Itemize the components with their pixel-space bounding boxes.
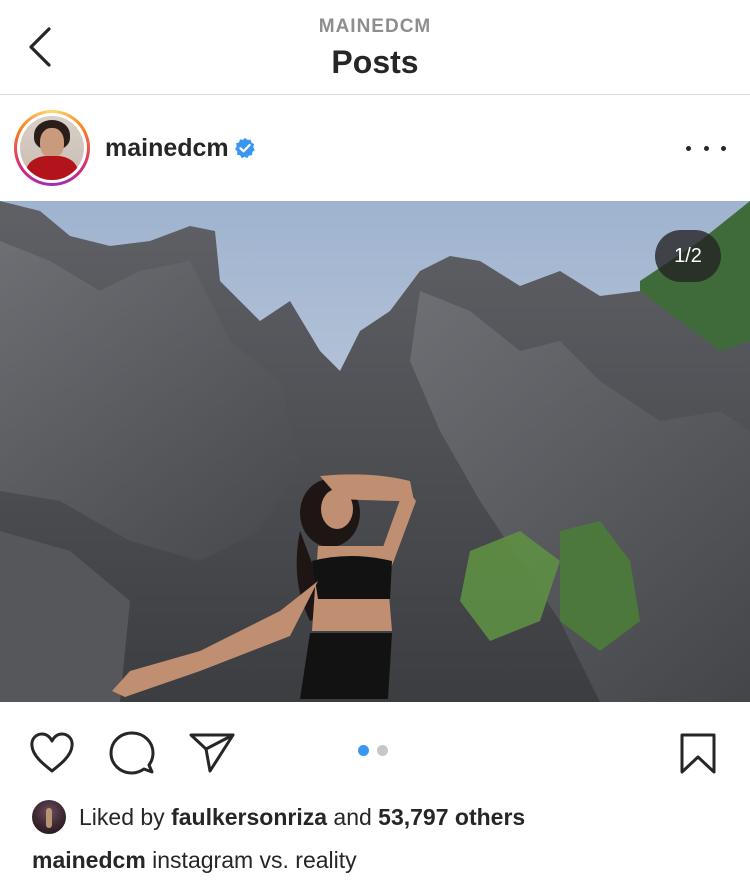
post-photo[interactable]	[0, 201, 750, 702]
verified-badge-icon	[235, 137, 255, 159]
account-name-label: MAINEDCM	[318, 16, 432, 37]
save-button[interactable]	[674, 729, 722, 777]
profile-avatar[interactable]	[14, 110, 90, 186]
image-counter-badge: 1/2	[655, 230, 721, 282]
send-icon	[189, 733, 235, 773]
post-username[interactable]: mainedcm	[105, 134, 229, 163]
more-horizontal-icon	[686, 145, 691, 151]
comment-button[interactable]	[108, 729, 156, 777]
likes-summary: Liked by faulkersonriza and 53,797 other…	[0, 798, 750, 838]
likes-text: Liked by faulkersonriza and 53,797 other…	[79, 804, 525, 831]
avatar-image	[20, 116, 84, 180]
likes-count-link[interactable]: 53,797 others	[378, 804, 525, 830]
page-title: Posts	[331, 44, 419, 80]
comment-icon	[109, 731, 155, 775]
caption-username[interactable]: mainedcm	[32, 847, 146, 873]
more-options-button[interactable]	[686, 134, 726, 162]
post-header: mainedcm	[0, 96, 750, 200]
liker-avatar[interactable]	[32, 800, 66, 834]
action-bar	[0, 703, 750, 793]
post-caption: mainedcm instagram vs. reality	[32, 847, 357, 874]
top-navigation-bar: MAINEDCM Posts	[0, 0, 750, 95]
likes-joiner: and	[333, 804, 372, 830]
heart-icon	[30, 732, 74, 773]
carousel-dot-active	[358, 745, 369, 756]
like-button[interactable]	[28, 729, 76, 777]
carousel-dot	[377, 745, 388, 756]
share-button[interactable]	[188, 729, 236, 777]
liker-username[interactable]: faulkersonriza	[171, 804, 327, 830]
carousel-indicator	[358, 745, 392, 757]
photo-scene	[0, 201, 750, 702]
caption-text: instagram vs. reality	[152, 847, 357, 873]
likes-prefix: Liked by	[79, 804, 165, 830]
bookmark-icon	[680, 733, 716, 774]
